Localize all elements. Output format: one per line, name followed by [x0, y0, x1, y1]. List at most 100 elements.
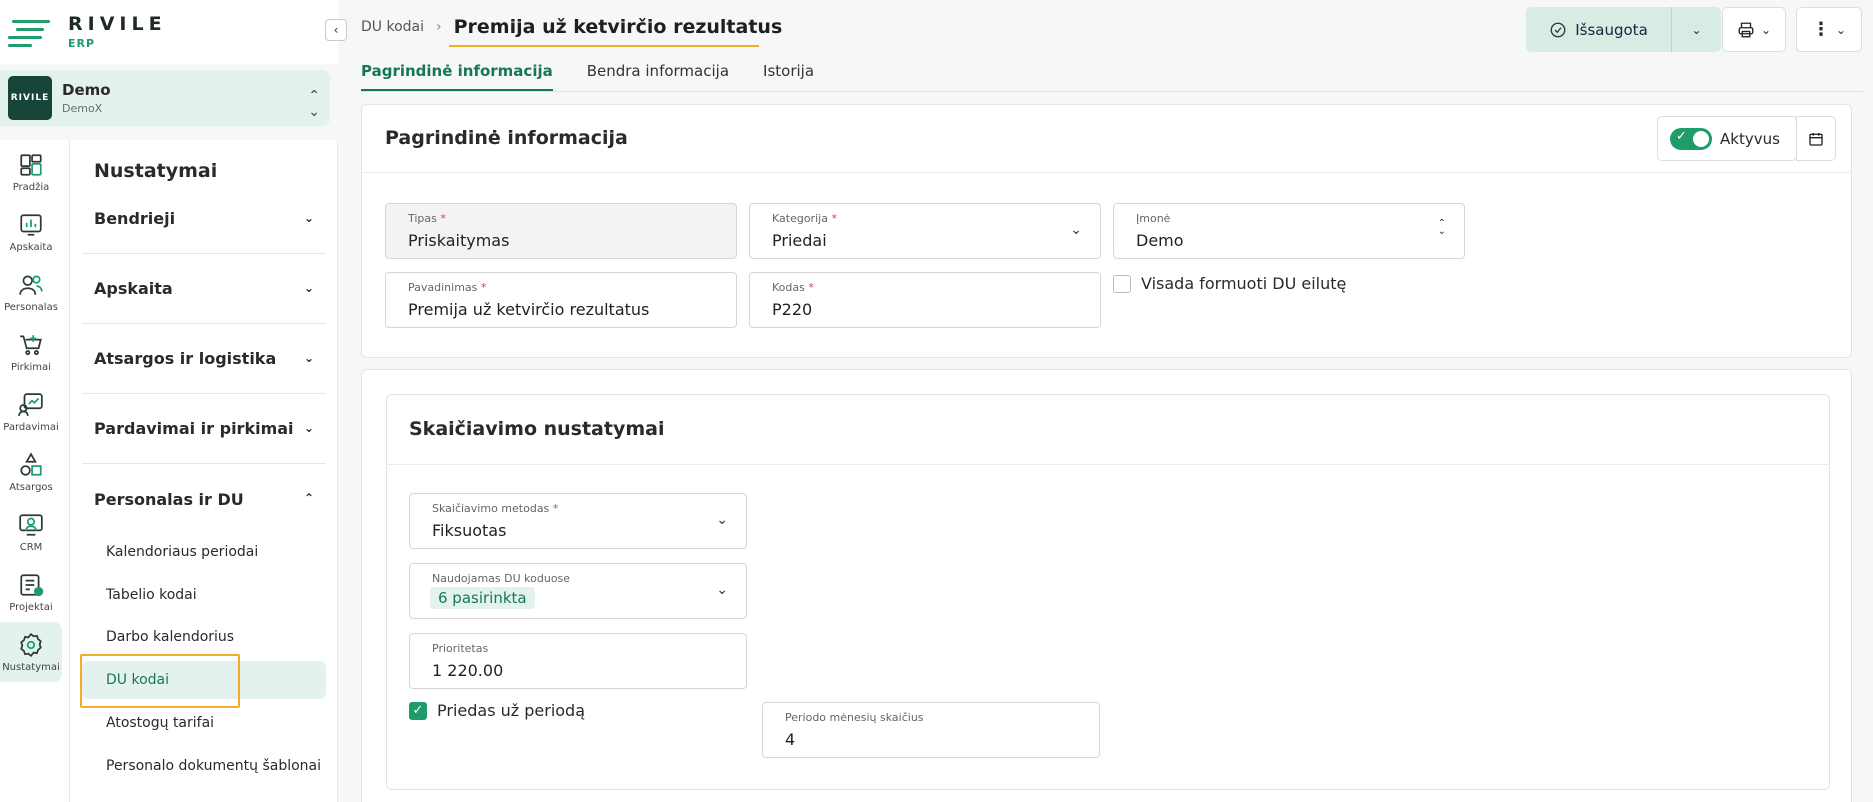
chevron-down-icon: ⌄: [303, 351, 314, 365]
check-icon: ✓: [412, 703, 424, 718]
calendar-button[interactable]: [1796, 116, 1836, 161]
submenu-item-kalendoriaus-periodai[interactable]: Kalendoriaus periodai: [82, 533, 326, 571]
chevron-down-icon: ⌄: [303, 421, 314, 435]
active-toggle[interactable]: ✓ Aktyvus: [1658, 117, 1790, 160]
submenu-section-bendrieji[interactable]: Bendrieji ⌄: [82, 184, 326, 254]
section-label: Personalas ir DU: [94, 489, 244, 509]
field-value: Fiksuotas: [432, 521, 507, 540]
save-dropdown-button[interactable]: ⌄: [1671, 7, 1721, 52]
tab-bendra[interactable]: Bendra informacija: [587, 62, 729, 92]
rail-label: Projektai: [9, 601, 53, 613]
panel-header: Skaičiavimo nustatymai: [387, 395, 1829, 465]
period-months-input[interactable]: Periodo mėnesių skaičius 4: [762, 702, 1100, 758]
rail-item-apskaita[interactable]: Apskaita: [0, 202, 62, 262]
chevron-down-icon: ⌄: [303, 211, 314, 225]
rail-item-projektai[interactable]: Projektai: [0, 562, 62, 622]
chevron-right-icon: ›: [436, 19, 442, 35]
imone-select[interactable]: Įmonė Demo ⌃ ⌄: [1113, 203, 1465, 259]
chart-icon: [20, 213, 42, 236]
main-info-card: Pagrindinė informacija ✓ Aktyvus Tipas *…: [361, 104, 1852, 358]
rail-label: Pradžia: [12, 181, 50, 193]
submenu-item-dokumentu-sablonai[interactable]: Personalo dokumentų šablonai: [82, 747, 326, 785]
more-actions-button[interactable]: ⋮ ⌄: [1796, 7, 1862, 52]
dashboard-icon: [20, 153, 42, 176]
field-label: Įmonė: [1136, 212, 1171, 225]
rail-label: Pirkimai: [11, 361, 51, 373]
submenu-section-apskaita[interactable]: Apskaita ⌄: [82, 254, 326, 324]
company-name: Demo: [62, 81, 111, 99]
check-icon: ✓: [1676, 128, 1687, 144]
saved-button[interactable]: Išsaugota: [1526, 7, 1671, 52]
always-line-checkbox[interactable]: Visada formuoti DU eilutę: [1113, 274, 1346, 293]
tab-istorija[interactable]: Istorija: [763, 62, 814, 92]
calc-method-select[interactable]: Skaičiavimo metodas * Fiksuotas ⌄: [409, 493, 747, 549]
tipas-field: Tipas * Priskaitymas: [385, 203, 737, 259]
gear-icon: [20, 632, 42, 657]
rail-item-pirkimai[interactable]: Pirkimai: [0, 322, 62, 382]
chevron-down-icon: ⌄: [716, 512, 728, 528]
section-label: Apskaita: [94, 279, 173, 298]
chevron-up-icon: ⌃: [303, 491, 314, 505]
collapse-sidebar-button[interactable]: ‹: [325, 19, 347, 41]
priority-input[interactable]: Prioritetas 1 220.00: [409, 633, 747, 689]
rail-item-atsargos[interactable]: Atsargos: [0, 442, 62, 502]
submenu-title: Nustatymai: [94, 160, 218, 182]
submenu-section-pardavimai[interactable]: Pardavimai ir pirkimai ⌄: [82, 394, 326, 464]
submenu-section-personalas[interactable]: Personalas ir DU ⌃: [82, 464, 326, 534]
rail-label: Nustatymai: [2, 661, 60, 673]
company-switcher[interactable]: RIVILE Demo DemoX ⌃ ⌄: [0, 70, 330, 126]
rail-label: Pardavimai: [3, 421, 59, 433]
field-label: Naudojamas DU koduose: [432, 572, 571, 585]
submenu-item-du-kodai[interactable]: DU kodai: [82, 661, 326, 699]
logo-name: RIVILE: [68, 13, 167, 35]
tabs: Pagrindinė informacija Bendra informacij…: [361, 62, 814, 92]
calc-settings-panel: Skaičiavimo nustatymai Skaičiavimo metod…: [386, 394, 1830, 790]
project-icon: [20, 573, 44, 596]
rail-item-pradzia[interactable]: Pradžia: [0, 142, 62, 202]
breadcrumb: DU kodai › Premija už ketvirčio rezultat…: [361, 16, 782, 38]
title-underline: [449, 45, 759, 47]
print-button[interactable]: ⌄: [1722, 7, 1786, 52]
rail-item-personalas[interactable]: Personalas: [0, 262, 62, 322]
chevron-down-icon: ⌄: [1691, 22, 1702, 37]
breadcrumb-parent[interactable]: DU kodai: [361, 19, 424, 35]
field-label: Kategorija *: [772, 212, 837, 225]
field-value: Premija už ketvirčio rezultatus: [408, 300, 650, 319]
kodas-input[interactable]: Kodas * P220: [749, 272, 1101, 328]
icon-rail: Pradžia Apskaita Personalas Pirkimai Par…: [0, 140, 70, 802]
submenu-item-atostogu-tarifai[interactable]: Atostogų tarifai: [82, 704, 326, 742]
logo-sub: ERP: [68, 37, 96, 50]
chevron-down-icon: ⌄: [1835, 22, 1847, 37]
rail-label: Atsargos: [9, 481, 53, 493]
kategorija-select[interactable]: Kategorija * Priedai ⌄: [749, 203, 1101, 259]
used-in-du-select[interactable]: Naudojamas DU koduose 6 pasirinkta ⌄: [409, 563, 747, 619]
section-label: Bendrieji: [94, 209, 176, 228]
saved-label: Išsaugota: [1575, 20, 1648, 39]
period-bonus-checkbox[interactable]: ✓ Priedas už periodą: [409, 701, 585, 720]
tab-pagrindine[interactable]: Pagrindinė informacija: [361, 62, 553, 92]
rail-item-pardavimai[interactable]: Pardavimai: [0, 382, 62, 442]
field-label: Periodo mėnesių skaičius: [785, 711, 924, 724]
pavadinimas-input[interactable]: Pavadinimas * Premija už ketvirčio rezul…: [385, 272, 737, 328]
more-vertical-icon: ⋮: [1811, 19, 1830, 40]
section-label: Pardavimai ir pirkimai: [94, 419, 294, 438]
field-value: 4: [785, 730, 796, 749]
menu-icon[interactable]: [8, 14, 50, 50]
sales-icon: [18, 392, 43, 416]
submenu-section-atsargos[interactable]: Atsargos ir logistika ⌄: [82, 324, 326, 394]
chevron-down-icon: ⌄: [716, 582, 728, 598]
checkbox-box[interactable]: [1113, 274, 1131, 293]
chevron-down-icon: ⌄: [303, 281, 314, 295]
field-value: 1 220.00: [432, 661, 504, 680]
toggle-switch[interactable]: ✓: [1670, 127, 1712, 150]
brand-header: RIVILE ERP: [0, 0, 338, 64]
chevron-down-icon: ⌄: [1070, 222, 1082, 238]
submenu-item-tabelio-kodai[interactable]: Tabelio kodai: [82, 576, 326, 614]
rail-item-crm[interactable]: CRM: [0, 502, 62, 562]
rail-item-nustatymai[interactable]: Nustatymai: [0, 622, 62, 682]
calc-settings-card: Skaičiavimo nustatymai Skaičiavimo metod…: [361, 369, 1852, 802]
submenu-item-darbo-kalendorius[interactable]: Darbo kalendorius: [82, 618, 326, 656]
checkbox-box[interactable]: ✓: [409, 701, 427, 720]
cart-icon: [20, 334, 42, 355]
active-toggle-group: ✓ Aktyvus: [1657, 116, 1797, 161]
